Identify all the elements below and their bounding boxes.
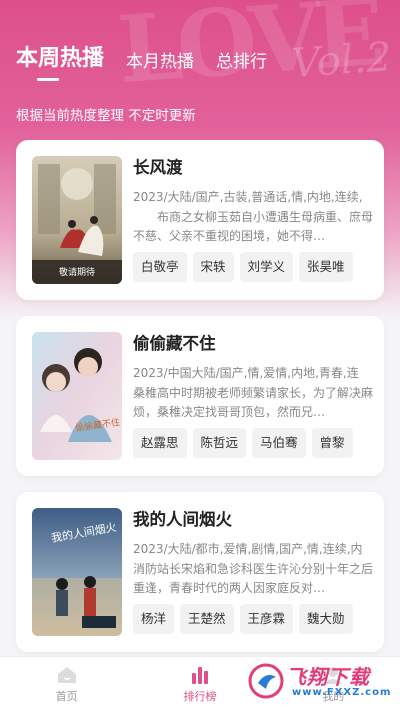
cast-chip[interactable]: 曾黎 <box>311 428 353 458</box>
tabbar-label: 首页 <box>55 689 78 703</box>
tab-weekly[interactable]: 本周热播 <box>16 40 104 72</box>
cast-chip[interactable]: 刘学义 <box>239 252 294 282</box>
cast-chip[interactable]: 赵露思 <box>133 428 187 458</box>
drama-title: 偷偷藏不住 <box>133 334 216 353</box>
chart-icon <box>191 666 208 684</box>
drama-tags: 2023/大陆/国产,古装,普通话,情,内地,连续, <box>133 190 363 204</box>
cast-chip[interactable]: 陈哲远 <box>192 428 247 458</box>
tab-overall[interactable]: 总排行 <box>216 47 267 72</box>
cast-list: 白敬亭 宋轶 刘学义 张昊唯 <box>133 252 373 282</box>
cast-chip[interactable]: 王彦霖 <box>239 604 294 634</box>
cast-chip[interactable]: 张昊唯 <box>299 252 353 282</box>
site-watermark: 飞翔下载 www.FXXZ.com <box>248 659 390 705</box>
hero-decoration: LOVE Vol.2 <box>114 0 394 105</box>
svg-text:敬请期待: 敬请期待 <box>59 266 95 278</box>
cast-chip[interactable]: 白敬亭 <box>133 252 187 282</box>
drama-title: 长风渡 <box>133 158 183 177</box>
tabbar-item-home[interactable]: 首页 <box>0 657 133 711</box>
poster-image: 偷偷藏不住 <box>32 332 122 460</box>
drama-card[interactable]: 我的人间烟火 我的人间烟火 2023/大陆/都市,爱情,剧情,国产,情,连续,内… <box>16 492 384 652</box>
drama-description: 桑稚高中时期被老师频繁请家长，为了解决麻烦，桑稚决定找哥哥顶包，然而兄… <box>133 386 373 419</box>
poster-image: 敬请期待 <box>32 156 122 284</box>
drama-title: 我的人间烟火 <box>133 510 232 529</box>
drama-description: 布商之女柳玉茹自小遭遇生母病重、庶母不慈、父亲不重视的困境，她不得… <box>133 210 373 243</box>
cast-list: 杨洋 王楚然 王彦霖 魏大勋 <box>133 604 373 634</box>
page-subtitle: 根据当前热度整理 不定时更新 <box>16 108 196 124</box>
home-icon <box>57 666 76 683</box>
cast-chip[interactable]: 马伯骞 <box>252 428 306 458</box>
cast-chip[interactable]: 魏大勋 <box>299 604 353 634</box>
cast-chip[interactable]: 杨洋 <box>133 604 175 634</box>
active-tab-indicator <box>37 78 59 81</box>
cast-chip[interactable]: 宋轶 <box>192 252 234 282</box>
tabbar-item-ranking[interactable]: 排行榜 <box>133 657 266 711</box>
cast-chip[interactable]: 王楚然 <box>180 604 234 634</box>
drama-card[interactable]: 敬请期待 长风渡 2023/大陆/国产,古装,普通话,情,内地,连续, 布商之女… <box>16 140 384 300</box>
ranking-tabs: 本周热播 本月热播 总排行 <box>16 40 267 72</box>
drama-description: 消防站长宋焰和急诊科医生许沁分别十年之后重逢，青春时代的两人因家庭反对… <box>133 562 373 595</box>
drama-card[interactable]: 偷偷藏不住 偷偷藏不住 2023/中国大陆/国产,情,爱情,内地,青春,连 桑稚… <box>16 316 384 476</box>
drama-tags: 2023/中国大陆/国产,情,爱情,内地,青春,连 <box>133 366 359 380</box>
drama-tags: 2023/大陆/都市,爱情,剧情,国产,情,连续,内 <box>133 542 363 556</box>
tab-monthly[interactable]: 本月热播 <box>126 47 194 72</box>
watermark-logo-icon <box>248 663 284 699</box>
poster-image: 我的人间烟火 <box>32 508 122 636</box>
cast-list: 赵露思 陈哲远 马伯骞 曾黎 <box>133 428 373 458</box>
tabbar-label: 排行榜 <box>183 689 217 703</box>
